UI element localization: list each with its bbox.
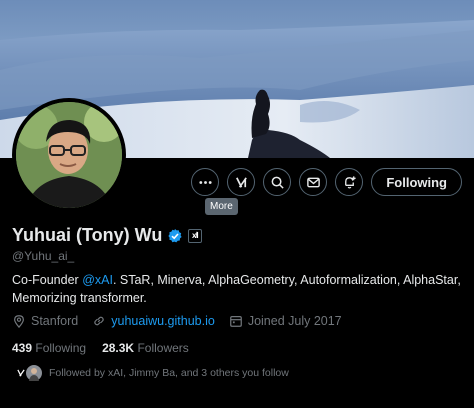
mail-icon [307, 177, 320, 187]
link-icon [94, 316, 105, 326]
message-button[interactable] [299, 168, 328, 196]
search-button[interactable] [263, 168, 292, 196]
joined-item: Joined July 2017 [229, 314, 342, 328]
profile-avatar[interactable] [12, 98, 126, 212]
bio-prefix: Co-Founder [12, 273, 83, 287]
followed-by-text: Followed by xAI, Jimmy Ba, and 3 others … [49, 367, 289, 379]
profile-name-row: Yuhuai (Tony) Wu x̸I [12, 225, 203, 246]
bell-plus-icon [344, 175, 356, 189]
more-icon [199, 180, 212, 184]
notify-button[interactable] [335, 168, 364, 196]
calendar-icon [229, 316, 242, 327]
website-item: yuhuaiwu.github.io [92, 314, 215, 328]
following-stat[interactable]: 439 Following [12, 341, 86, 355]
bio-mention-link[interactable]: @xAI [82, 273, 113, 287]
location-text: Stanford [31, 314, 79, 328]
grok-icon [235, 176, 247, 188]
profile-stats: 439 Following 28.3K Followers [12, 341, 189, 355]
following-button[interactable]: Following [371, 168, 462, 196]
profile-name: Yuhuai (Tony) Wu [12, 225, 163, 245]
search-icon [271, 176, 284, 189]
location-item: Stanford [12, 314, 78, 328]
profile-meta: Stanford yuhuaiwu.github.io Joined July … [12, 314, 342, 328]
followers-stat[interactable]: 28.3K Followers [102, 341, 189, 355]
grok-button[interactable] [227, 168, 256, 196]
joined-text: Joined July 2017 [247, 314, 342, 328]
following-label: Following [35, 341, 87, 355]
more-tooltip: More [205, 198, 238, 215]
verified-badge-icon[interactable] [167, 228, 183, 244]
profile-bio: Co-Founder @xAI. STaR, Minerva, AlphaGeo… [12, 271, 462, 307]
profile-actions: Following [191, 168, 462, 196]
followers-count: 28.3K [102, 341, 135, 355]
more-button[interactable] [191, 168, 220, 196]
location-icon [14, 315, 24, 328]
follower-avatars [12, 364, 43, 382]
following-count: 439 [12, 341, 33, 355]
followers-label: Followers [137, 341, 189, 355]
affiliation-badge[interactable]: x̸I [188, 228, 203, 243]
followed-by-row[interactable]: Followed by xAI, Jimmy Ba, and 3 others … [12, 364, 289, 382]
profile-handle: @Yuhu_ai_ [12, 249, 75, 263]
jimmy-ba-avatar [25, 364, 43, 382]
website-link[interactable]: yuhuaiwu.github.io [111, 314, 215, 328]
